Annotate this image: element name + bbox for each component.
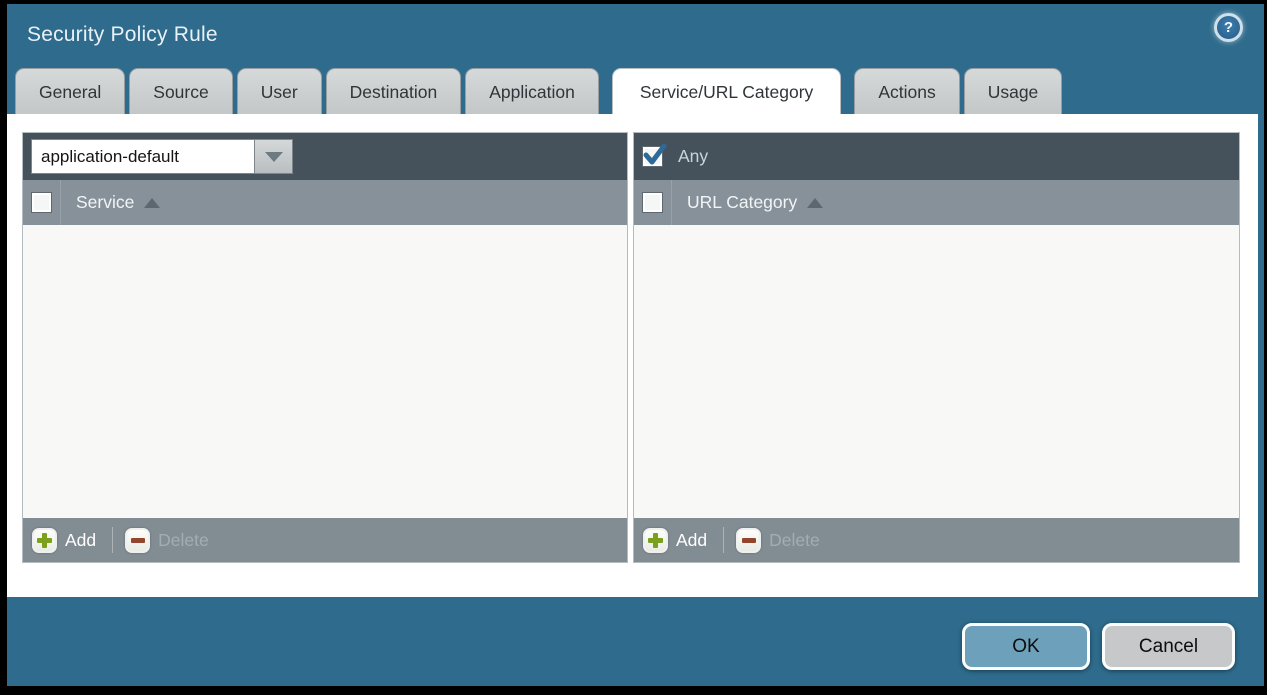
- tab-content-area: application-default: [7, 114, 1258, 597]
- add-button-label: Add: [65, 530, 96, 551]
- sort-ascending-icon: [144, 198, 160, 208]
- footer-separator: [723, 527, 724, 553]
- service-column-header[interactable]: Service: [61, 192, 160, 213]
- tab-service-url-category[interactable]: Service/URL Category: [612, 68, 841, 114]
- add-plus-icon: [32, 528, 57, 553]
- delete-button-label: Delete: [158, 530, 209, 551]
- service-select-all-checkbox[interactable]: [31, 192, 52, 213]
- any-checkbox-label: Any: [678, 146, 708, 167]
- add-plus-icon: [643, 528, 668, 553]
- url-category-select-all-checkbox[interactable]: [642, 192, 663, 213]
- service-select-all-cell: [23, 180, 61, 225]
- service-type-dropdown[interactable]: application-default: [31, 139, 293, 174]
- service-table-header: Service: [23, 180, 627, 225]
- checkmark-icon: [642, 142, 668, 168]
- chevron-down-icon: [265, 152, 283, 162]
- tab-bar: General Source User Destination Applicat…: [7, 68, 1264, 114]
- help-icon[interactable]: ?: [1214, 13, 1243, 42]
- url-category-add-button[interactable]: Add: [643, 528, 707, 553]
- delete-button-label: Delete: [769, 530, 820, 551]
- service-toolbar: application-default: [23, 133, 627, 180]
- cancel-button[interactable]: Cancel: [1102, 623, 1235, 670]
- delete-minus-icon: [736, 528, 761, 553]
- url-category-table-body[interactable]: [634, 225, 1239, 518]
- service-delete-button[interactable]: Delete: [125, 528, 209, 553]
- tab-actions[interactable]: Actions: [854, 68, 959, 114]
- tab-user[interactable]: User: [237, 68, 322, 114]
- url-category-column-label: URL Category: [687, 192, 797, 213]
- url-category-footer: Add Delete: [634, 518, 1239, 562]
- url-category-delete-button[interactable]: Delete: [736, 528, 820, 553]
- tab-general[interactable]: General: [15, 68, 125, 114]
- title-bar: Security Policy Rule ?: [7, 4, 1264, 68]
- tab-destination[interactable]: Destination: [326, 68, 462, 114]
- any-checkbox[interactable]: [642, 146, 663, 167]
- sort-ascending-icon: [807, 198, 823, 208]
- service-table-body[interactable]: [23, 225, 627, 518]
- url-category-select-all-cell: [634, 180, 672, 225]
- ok-button[interactable]: OK: [962, 623, 1090, 670]
- service-add-button[interactable]: Add: [32, 528, 96, 553]
- dialog-window: Security Policy Rule ? General Source Us…: [0, 0, 1267, 695]
- footer-separator: [112, 527, 113, 553]
- delete-minus-icon: [125, 528, 150, 553]
- dialog-surface: Security Policy Rule ? General Source Us…: [7, 4, 1264, 686]
- dialog-title: Security Policy Rule: [27, 4, 218, 68]
- add-button-label: Add: [676, 530, 707, 551]
- service-footer: Add Delete: [23, 518, 627, 562]
- tab-application[interactable]: Application: [465, 68, 599, 114]
- url-category-column-header[interactable]: URL Category: [672, 192, 823, 213]
- service-type-dropdown-value[interactable]: application-default: [31, 139, 255, 174]
- service-column-label: Service: [76, 192, 134, 213]
- url-category-table-header: URL Category: [634, 180, 1239, 225]
- service-panel: application-default: [22, 132, 628, 563]
- tab-usage[interactable]: Usage: [964, 68, 1063, 114]
- tab-source[interactable]: Source: [129, 68, 232, 114]
- dropdown-arrow-button[interactable]: [255, 139, 293, 174]
- url-category-panel: Any URL Category: [633, 132, 1240, 563]
- url-category-toolbar: Any: [634, 133, 1239, 180]
